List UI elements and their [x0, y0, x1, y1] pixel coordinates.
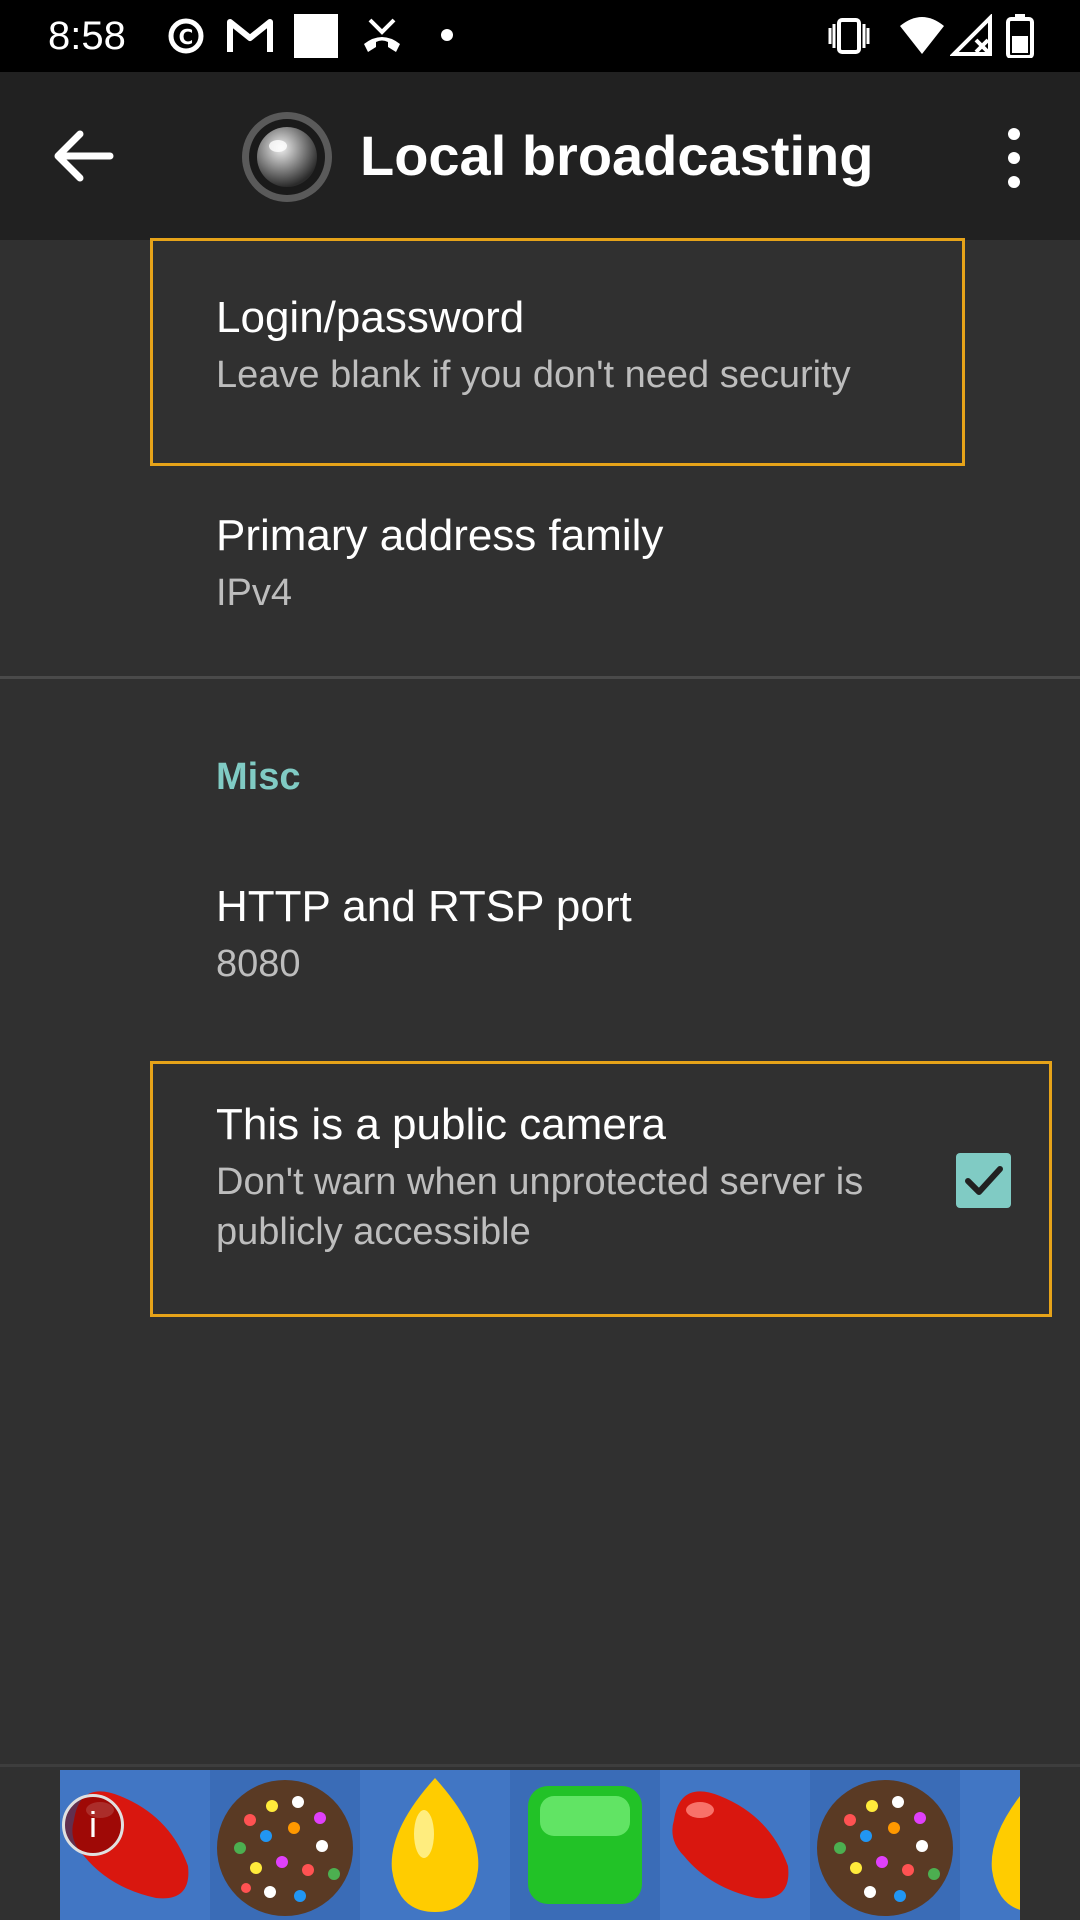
camera-lens-icon	[240, 110, 334, 204]
pref-title: Primary address family	[216, 511, 664, 560]
chocolate-sprinkle-ball-icon	[810, 1770, 960, 1920]
pref-summary: Leave blank if you don't need security	[216, 354, 851, 396]
status-bar: 8:58 C	[0, 0, 1080, 72]
public-camera-checkbox[interactable]	[956, 1153, 1011, 1208]
more-vert-icon	[990, 128, 1038, 198]
c-circle-icon: C	[166, 14, 206, 63]
pref-title: This is a public camera	[216, 1100, 666, 1149]
vibrate-icon	[826, 14, 872, 63]
signal-icon	[949, 13, 994, 63]
ad-info-button[interactable]: i	[62, 1794, 124, 1856]
yellow-lozenge-icon	[960, 1770, 1020, 1920]
page-title: Local broadcasting	[360, 124, 874, 187]
pref-address-family[interactable]: Primary address family IPv4	[216, 508, 1040, 618]
status-time: 8:58	[48, 14, 126, 58]
pref-title: Login/password	[216, 293, 525, 342]
ad-divider	[0, 1764, 1080, 1767]
chocolate-sprinkle-ball-icon	[210, 1770, 360, 1920]
gmail-icon	[226, 14, 274, 63]
category-misc: Misc	[216, 756, 301, 798]
pref-title: HTTP and RTSP port	[216, 882, 632, 931]
pref-login-password[interactable]: Login/password Leave blank if you don't …	[216, 290, 1040, 400]
pref-summary: IPv4	[216, 572, 293, 614]
ad-banner[interactable]	[60, 1770, 1020, 1920]
back-button[interactable]	[40, 112, 128, 200]
missed-call-icon	[360, 14, 404, 63]
overflow-menu-button[interactable]	[990, 122, 1038, 194]
check-icon	[956, 1166, 1011, 1212]
pref-http-rtsp-port[interactable]: HTTP and RTSP port 8080	[216, 879, 1040, 989]
pref-public-camera[interactable]: This is a public camera Don't warn when …	[216, 1097, 920, 1257]
divider	[0, 676, 1080, 679]
wifi-icon	[898, 14, 946, 63]
yellow-lozenge-icon	[360, 1770, 510, 1920]
dot-icon	[440, 28, 454, 47]
arrow-left-icon	[40, 130, 128, 204]
red-jellybean-icon	[660, 1770, 810, 1920]
pref-summary: Don't warn when unprotected server is pu…	[216, 1161, 864, 1253]
svg-text:C: C	[179, 25, 194, 49]
battery-icon	[1006, 14, 1034, 63]
pref-summary: 8080	[216, 943, 301, 985]
white-square-icon	[294, 14, 338, 63]
app-bar: Local broadcasting	[0, 72, 1080, 240]
green-square-candy-icon	[510, 1770, 660, 1920]
